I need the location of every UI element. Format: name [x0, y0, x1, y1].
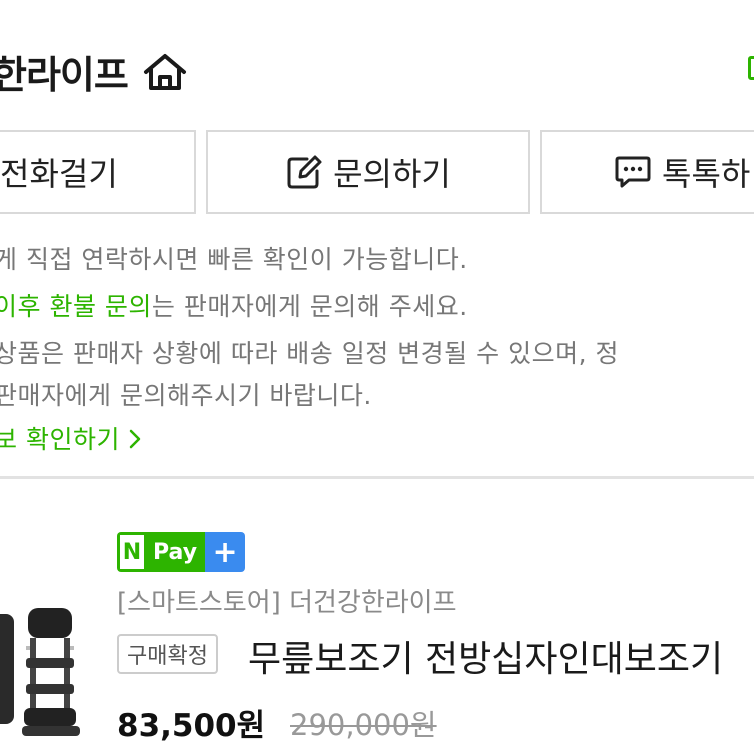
chat-bubble-icon: [615, 156, 651, 188]
info-check-label: 보 확인하기: [0, 425, 120, 454]
notice-line: 판매자에게 문의해주시기 바랍니다.: [0, 381, 372, 410]
store-header: 한라이프: [0, 44, 188, 99]
section-divider: [0, 476, 754, 479]
naver-badge-icon: [748, 56, 754, 80]
talktalk-button[interactable]: 톡톡하: [540, 130, 754, 214]
store-title[interactable]: 한라이프: [0, 44, 129, 99]
status-badge: 구매확정: [117, 634, 218, 674]
refund-inquiry-link[interactable]: 이후 환불 문의: [0, 292, 152, 321]
original-price: 290,000원: [290, 708, 437, 742]
sale-price: 83,500원: [117, 708, 266, 744]
notice-line: 상품은 판매자 상황에 따라 배송 일정 변경될 수 있으며, 정: [0, 339, 619, 368]
notice-text: 는 판매자에게 문의해 주세요.: [151, 292, 468, 321]
call-button[interactable]: 전화걸기: [0, 130, 196, 214]
npay-plus-icon: +: [205, 532, 246, 572]
call-button-label: 전화걸기: [0, 155, 118, 193]
notice-line: 이후 환불 문의는 판매자에게 문의해 주세요.: [0, 287, 468, 323]
talktalk-button-label: 톡톡하: [662, 155, 751, 193]
npay-n-mark: N: [117, 532, 147, 572]
chevron-right-icon: [130, 429, 141, 449]
product-name[interactable]: 무릎보조기 전방십자인대보조기: [248, 630, 723, 682]
home-icon[interactable]: [142, 52, 188, 92]
npay-pay-label: Pay: [147, 532, 206, 572]
product-thumbnail[interactable]: [0, 600, 90, 754]
npay-plus-badge: N Pay +: [117, 532, 246, 572]
edit-icon: [287, 155, 322, 189]
notice-line: 게 직접 연락하시면 빠른 확인이 가능합니다.: [0, 245, 468, 274]
inquiry-button-label: 문의하기: [333, 155, 451, 193]
inquiry-button[interactable]: 문의하기: [206, 130, 530, 214]
store-name-line[interactable]: [스마트스토어] 더건강한라이프: [117, 582, 457, 619]
info-check-link[interactable]: 보 확인하기: [0, 420, 142, 456]
